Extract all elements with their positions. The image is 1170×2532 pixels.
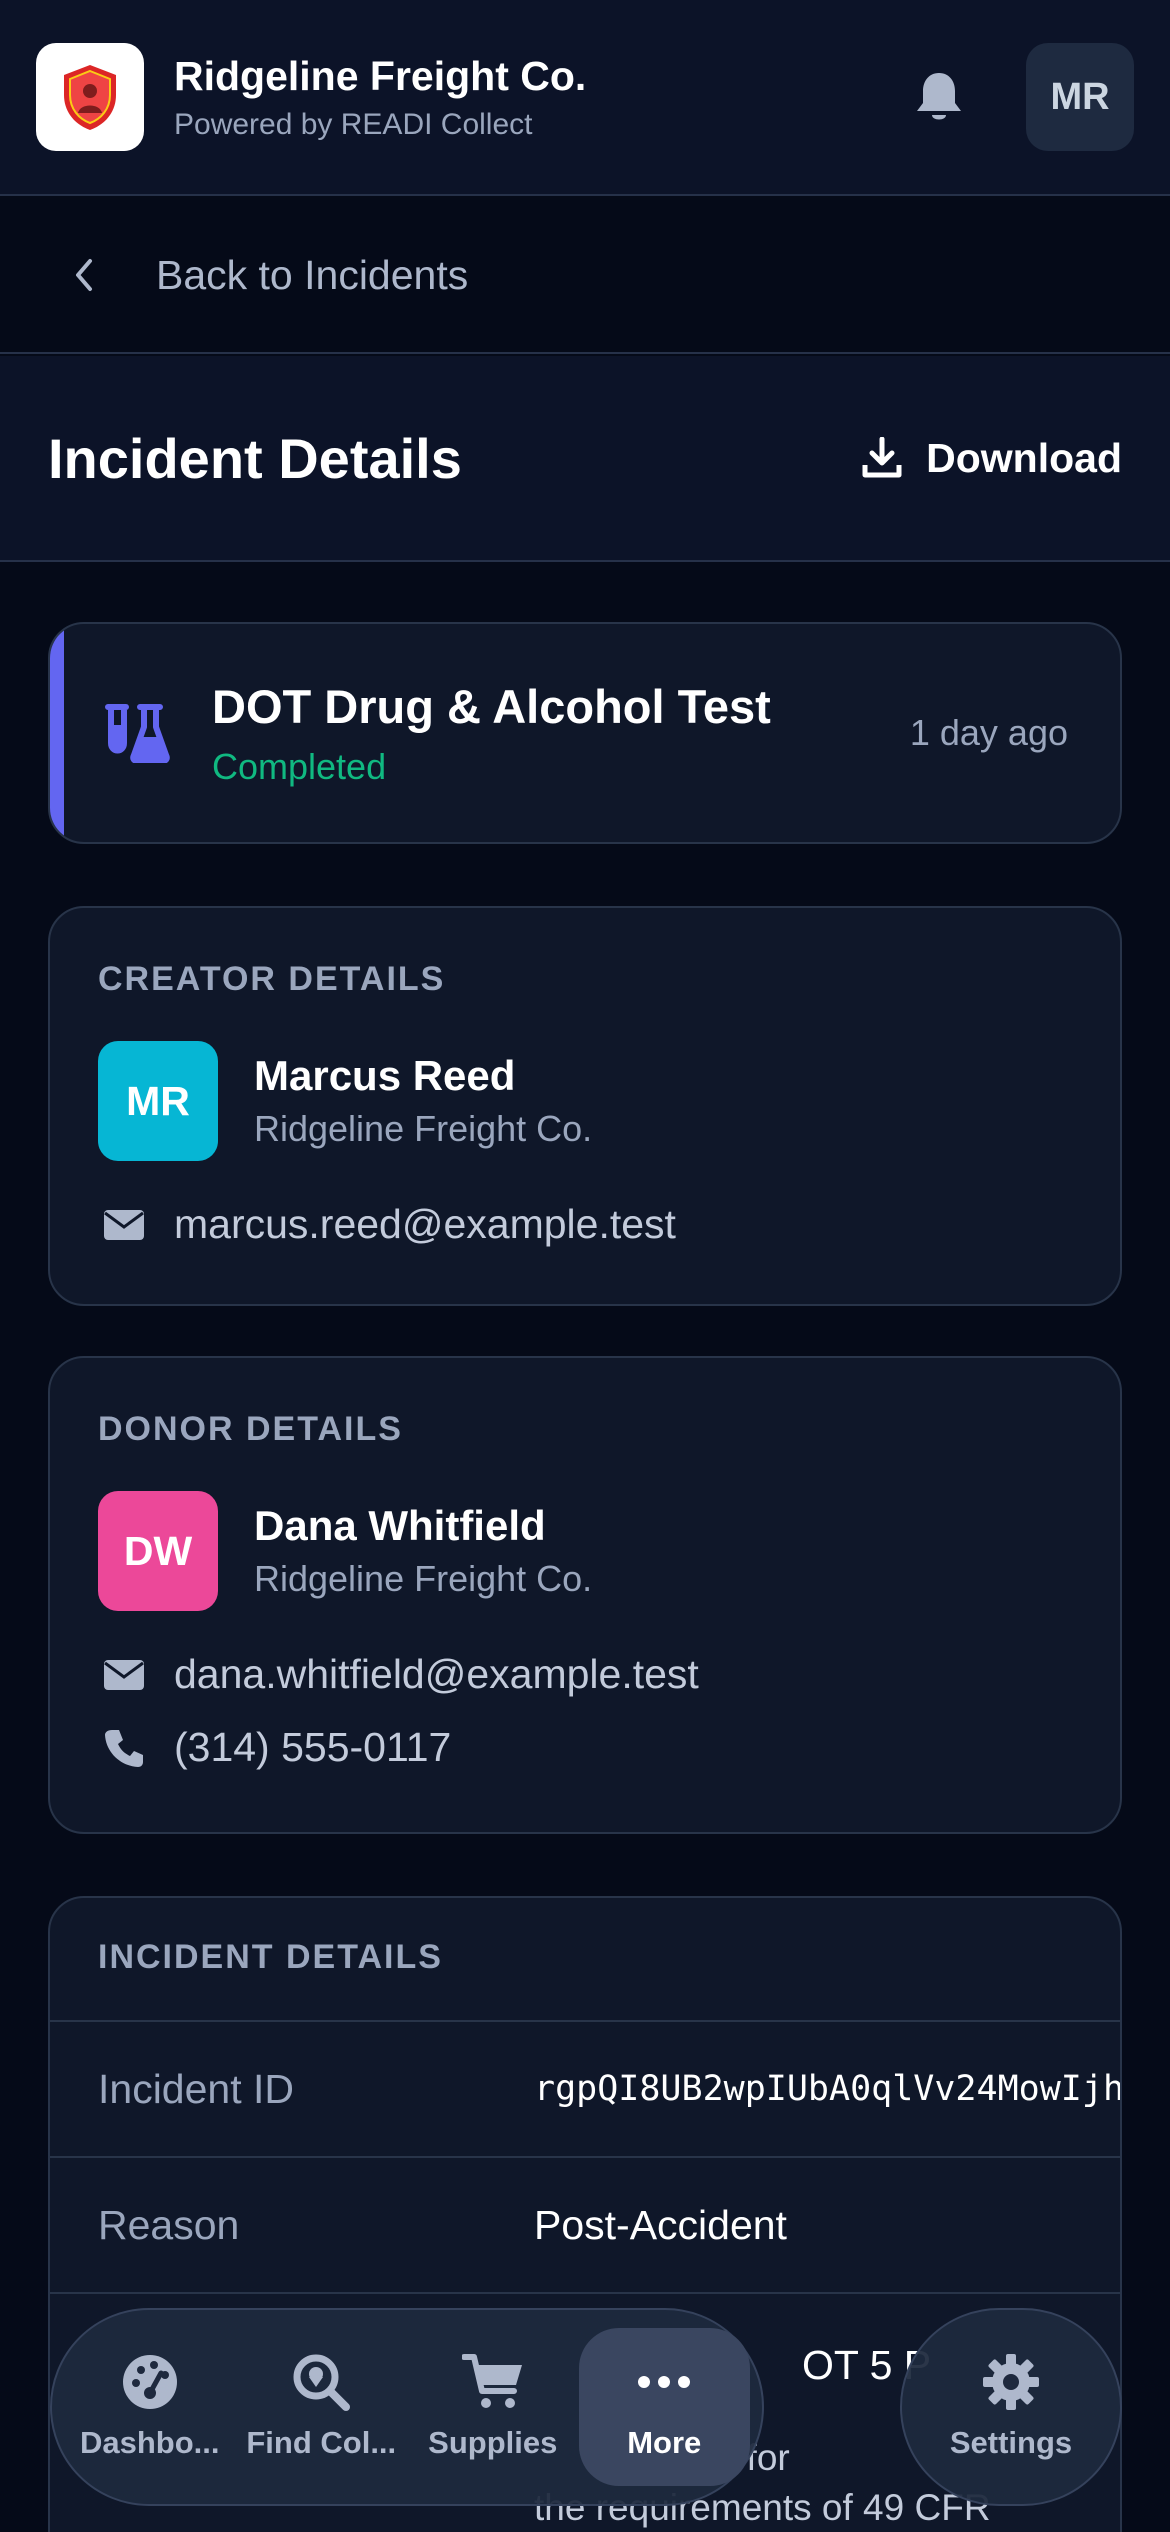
test-title: DOT Drug & Alcohol Test	[212, 679, 771, 733]
donor-company: Ridgeline Freight Co.	[254, 1558, 593, 1599]
donor-name: Dana Whitfield	[254, 1502, 546, 1549]
nav-find-collector[interactable]: Find Col...	[236, 2328, 408, 2486]
bell-icon	[917, 73, 961, 120]
donor-avatar: DW	[98, 1491, 218, 1611]
reason-row: Reason Post-Accident	[50, 2158, 1120, 2294]
test-info: DOT Drug & Alcohol Test Completed	[212, 679, 910, 788]
donor-section-label: DONOR DETAILS	[98, 1410, 403, 1448]
creator-email-row[interactable]: marcus.reed@example.test	[98, 1201, 1072, 1248]
nav-dashboard[interactable]: Dashbo...	[64, 2328, 236, 2486]
creator-avatar: MR	[98, 1041, 218, 1161]
nav-more[interactable]: More	[578, 2328, 750, 2486]
creator-person: MR Marcus Reed Ridgeline Freight Co.	[98, 1041, 1072, 1161]
phone-icon	[105, 1729, 143, 1767]
donor-phone: (314) 555-0117	[174, 1724, 452, 1770]
download-icon	[862, 437, 902, 478]
donor-details-card: DONOR DETAILS DW Dana Whitfield Ridgelin…	[48, 1356, 1122, 1834]
nav-supplies-label: Supplies	[428, 2425, 558, 2460]
reason-label: Reason	[98, 2201, 240, 2248]
reason-value: Post-Accident	[534, 2201, 787, 2248]
back-label: Back to Incidents	[156, 251, 469, 298]
more-dots-icon	[638, 2376, 691, 2388]
gear-icon	[983, 2354, 1039, 2410]
nav-dashboard-label: Dashbo...	[79, 2425, 220, 2460]
dashboard-gauge-icon	[122, 2355, 177, 2409]
brand-block: Ridgeline Freight Co. Powered by READI C…	[174, 52, 904, 141]
app-header: Ridgeline Freight Co. Powered by READI C…	[0, 0, 1170, 196]
shield-logo-icon	[64, 65, 116, 130]
test-summary-card[interactable]: DOT Drug & Alcohol Test Completed 1 day …	[48, 622, 1122, 844]
creator-company: Ridgeline Freight Co.	[254, 1108, 593, 1149]
company-logo	[36, 43, 144, 151]
status-accent-bar	[50, 624, 64, 842]
user-avatar-button[interactable]: MR	[1026, 43, 1134, 151]
chevron-left-icon	[76, 259, 92, 291]
title-bar: Incident Details Download	[0, 356, 1170, 562]
creator-name: Marcus Reed	[254, 1052, 516, 1099]
nav-find-collector-label: Find Col...	[246, 2425, 397, 2460]
donor-email-row[interactable]: dana.whitfield@example.test	[98, 1651, 1072, 1698]
envelope-icon	[104, 1659, 144, 1690]
page-title: Incident Details	[48, 426, 462, 490]
envelope-icon	[104, 1209, 144, 1240]
back-to-incidents-link[interactable]: Back to Incidents	[0, 198, 1170, 354]
bottom-navigation: Dashbo... Find Col... Supplies More	[50, 2308, 764, 2506]
test-time: 1 day ago	[909, 712, 1068, 753]
incident-section-label: INCIDENT DETAILS	[50, 1898, 1120, 2022]
incident-id-value: rgpQI8UB2wpIUbA0qlVv24MowIjhvf	[534, 2069, 1122, 2109]
search-location-icon	[293, 2354, 351, 2411]
company-name: Ridgeline Freight Co.	[174, 53, 587, 100]
incident-id-label: Incident ID	[98, 2065, 294, 2112]
nav-settings[interactable]: Settings	[900, 2308, 1122, 2506]
test-status: Completed	[212, 745, 387, 787]
creator-details-card: CREATOR DETAILS MR Marcus Reed Ridgeline…	[48, 906, 1122, 1306]
nav-settings-label: Settings	[949, 2425, 1073, 2460]
notifications-button[interactable]	[904, 62, 974, 132]
flask-vials-icon	[105, 704, 170, 763]
donor-email: dana.whitfield@example.test	[174, 1651, 699, 1697]
nav-more-label: More	[627, 2425, 702, 2460]
download-label: Download	[926, 434, 1122, 481]
incident-details-screen: Ridgeline Freight Co. Powered by READI C…	[0, 0, 1170, 2532]
cart-icon	[461, 2354, 522, 2408]
download-button[interactable]: Download	[862, 435, 1122, 482]
powered-by-text: Powered by READI Collect	[174, 107, 533, 141]
donor-person: DW Dana Whitfield Ridgeline Freight Co.	[98, 1491, 1072, 1611]
nav-supplies[interactable]: Supplies	[407, 2328, 579, 2486]
creator-section-label: CREATOR DETAILS	[98, 960, 446, 998]
donor-phone-row[interactable]: (314) 555-0117	[98, 1724, 1072, 1771]
incident-id-row: Incident ID rgpQI8UB2wpIUbA0qlVv24MowIjh…	[50, 2022, 1120, 2158]
creator-email: marcus.reed@example.test	[174, 1201, 676, 1247]
